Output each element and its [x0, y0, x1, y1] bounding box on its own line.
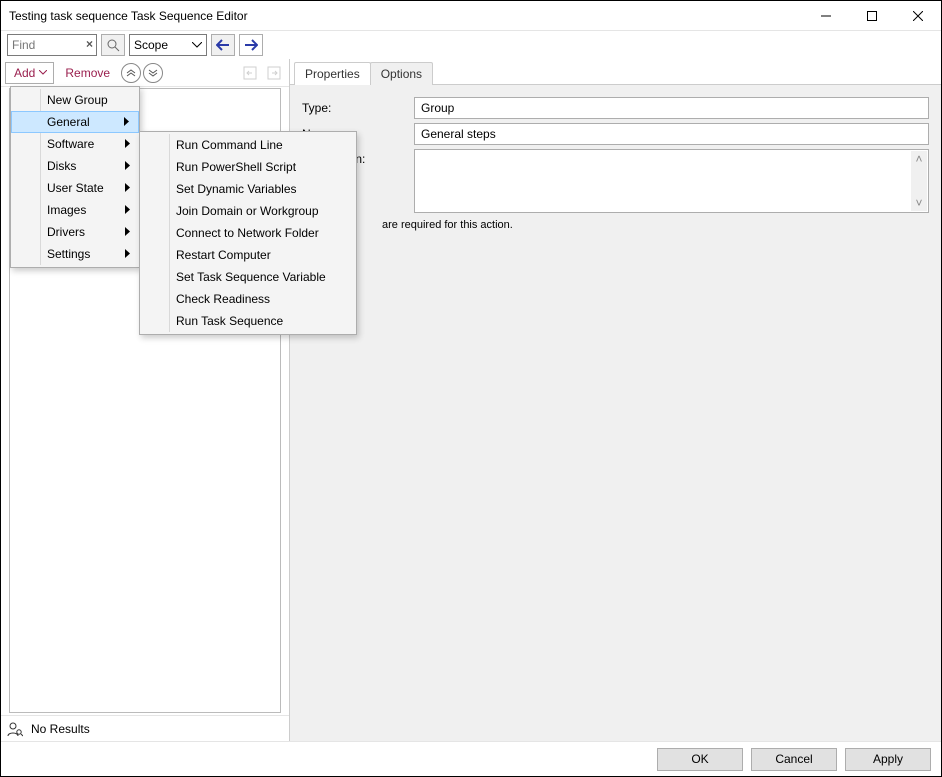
left-statusbar: No Results — [1, 715, 289, 741]
move-buttons-group — [241, 63, 285, 83]
scope-dropdown[interactable]: Scope — [129, 34, 207, 56]
add-menu-item-user-state[interactable]: User State — [11, 177, 139, 199]
type-field: Group — [414, 97, 929, 119]
search-button[interactable] — [101, 34, 125, 56]
add-menu-item-disks[interactable]: Disks — [11, 155, 139, 177]
maximize-button[interactable] — [849, 1, 895, 31]
submenu-item-restart-computer[interactable]: Restart Computer — [140, 244, 356, 266]
scroll-up-icon[interactable]: ˄ — [911, 151, 927, 167]
required-hint: are required for this action. — [382, 219, 929, 231]
add-button[interactable]: Add — [5, 62, 54, 84]
arrow-right-icon — [244, 39, 258, 51]
add-menu: New GroupGeneralSoftwareDisksUser StateI… — [10, 86, 140, 268]
tab-options[interactable]: Options — [370, 62, 433, 85]
description-field[interactable]: ˄ ˅ — [414, 149, 929, 213]
window-title: Testing task sequence Task Sequence Edit… — [9, 9, 803, 23]
magnifier-icon — [106, 38, 120, 52]
add-label: Add — [14, 66, 35, 80]
ok-button[interactable]: OK — [657, 748, 743, 771]
submenu-arrow-icon — [125, 247, 131, 261]
submenu-item-connect-to-network-folder[interactable]: Connect to Network Folder — [140, 222, 356, 244]
submenu-item-check-readiness[interactable]: Check Readiness — [140, 288, 356, 310]
properties-panel: Type: Group Name: General steps Descript… — [290, 85, 941, 741]
find-input[interactable] — [7, 34, 97, 56]
submenu-item-set-dynamic-variables[interactable]: Set Dynamic Variables — [140, 178, 356, 200]
general-submenu: Run Command LineRun PowerShell ScriptSet… — [139, 131, 357, 335]
submenu-arrow-icon — [125, 203, 131, 217]
add-menu-item-software[interactable]: Software — [11, 133, 139, 155]
left-toolbar: × Scope — [1, 31, 290, 59]
submenu-item-run-powershell-script[interactable]: Run PowerShell Script — [140, 156, 356, 178]
scope-label: Scope — [134, 38, 168, 52]
cancel-button[interactable]: Cancel — [751, 748, 837, 771]
submenu-arrow-icon — [125, 181, 131, 195]
submenu-arrow-icon — [125, 159, 131, 173]
tab-properties[interactable]: Properties — [294, 62, 371, 85]
status-text: No Results — [31, 722, 90, 736]
tab-host: Properties Options — [290, 59, 941, 85]
left-action-bar: Add Remove — [1, 59, 289, 87]
chevron-down-icon — [39, 70, 47, 75]
right-pane: Properties Options Type: Group Name: Gen… — [290, 59, 941, 741]
dialog-footer: OK Cancel Apply — [1, 741, 941, 776]
add-menu-item-images[interactable]: Images — [11, 199, 139, 221]
prev-button[interactable] — [211, 34, 235, 56]
scroll-down-icon[interactable]: ˅ — [911, 195, 927, 211]
close-button[interactable] — [895, 1, 941, 31]
submenu-arrow-icon — [124, 115, 130, 129]
add-menu-item-settings[interactable]: Settings — [11, 243, 139, 265]
submenu-arrow-icon — [125, 225, 131, 239]
type-label: Type: — [302, 101, 414, 115]
add-menu-item-general[interactable]: General — [11, 111, 139, 133]
submenu-item-set-task-sequence-variable[interactable]: Set Task Sequence Variable — [140, 266, 356, 288]
double-chevron-up-icon — [126, 69, 136, 77]
chevron-down-icon — [192, 42, 202, 48]
add-menu-item-drivers[interactable]: Drivers — [11, 221, 139, 243]
person-search-icon — [7, 721, 23, 737]
submenu-item-run-command-line[interactable]: Run Command Line — [140, 134, 356, 156]
scrollbar-stub[interactable]: ˄ ˅ — [911, 151, 927, 211]
next-button[interactable] — [239, 34, 263, 56]
apply-button[interactable]: Apply — [845, 748, 931, 771]
name-field[interactable]: General steps — [414, 123, 929, 145]
indent-icon[interactable] — [265, 63, 285, 83]
double-chevron-down-icon — [148, 69, 158, 77]
add-menu-item-new-group[interactable]: New Group — [11, 89, 139, 111]
expand-all-button[interactable] — [143, 63, 163, 83]
outdent-icon[interactable] — [241, 63, 261, 83]
submenu-arrow-icon — [125, 137, 131, 151]
collapse-all-button[interactable] — [121, 63, 141, 83]
remove-button[interactable]: Remove — [56, 62, 119, 84]
arrow-left-icon — [216, 39, 230, 51]
clear-find-icon[interactable]: × — [86, 37, 93, 51]
submenu-item-join-domain-or-workgroup[interactable]: Join Domain or Workgroup — [140, 200, 356, 222]
minimize-button[interactable] — [803, 1, 849, 31]
titlebar: Testing task sequence Task Sequence Edit… — [1, 1, 941, 31]
find-box: × — [7, 34, 97, 56]
submenu-item-run-task-sequence[interactable]: Run Task Sequence — [140, 310, 356, 332]
